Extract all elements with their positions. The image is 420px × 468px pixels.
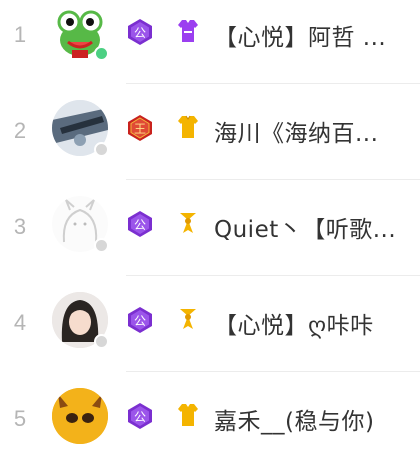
svg-text:公: 公 xyxy=(134,218,146,232)
list-item[interactable]: 4 公 【心悦】ღ咔咔 xyxy=(0,276,420,372)
public-badge-icon: 公 xyxy=(128,211,152,237)
offline-status-dot xyxy=(94,238,109,253)
list-item[interactable]: 1 公 【心悦】阿哲 ... xyxy=(0,0,420,84)
shirt-purple-icon xyxy=(178,20,198,42)
rank-number: 3 xyxy=(13,214,27,239)
shirt-gold-icon xyxy=(178,115,198,138)
shirt-gold-icon xyxy=(178,404,198,426)
list-item[interactable]: 2 王 海川《海纳百... xyxy=(0,84,420,180)
list-item[interactable]: 5 公 嘉禾__(稳与你) xyxy=(0,372,420,468)
user-name[interactable]: 【心悦】ღ咔咔 xyxy=(214,306,420,340)
user-name[interactable]: 【心悦】阿哲 ... xyxy=(214,18,420,52)
list-item[interactable]: 3 公 Quiet丶【听歌... xyxy=(0,180,420,276)
offline-status-dot xyxy=(94,142,109,157)
rank-number: 2 xyxy=(13,118,27,143)
offline-status-dot xyxy=(94,334,109,349)
public-badge-icon: 公 xyxy=(128,307,152,333)
rank-number: 1 xyxy=(13,22,27,47)
svg-text:公: 公 xyxy=(134,314,146,328)
public-badge-icon: 公 xyxy=(128,403,152,429)
rank-list: 1 公 【心悦】阿哲 ... 2 王 海川《海纳百... 3 公 Quiet丶【… xyxy=(0,0,420,444)
user-name[interactable]: Quiet丶【听歌... xyxy=(214,210,420,244)
svg-text:公: 公 xyxy=(134,410,146,424)
bowtie-gold-icon xyxy=(180,213,196,233)
user-name[interactable]: 海川《海纳百... xyxy=(214,114,420,148)
user-name[interactable]: 嘉禾__(稳与你) xyxy=(214,402,420,436)
rank-number: 5 xyxy=(13,406,27,431)
king-badge-icon: 王 xyxy=(128,115,152,141)
bowtie-gold-icon xyxy=(180,309,196,329)
public-badge-icon: 公 xyxy=(128,19,152,45)
svg-text:公: 公 xyxy=(134,26,146,40)
cartoon-avatar-icon xyxy=(52,388,108,444)
online-status-dot xyxy=(94,46,109,61)
rank-number: 4 xyxy=(13,310,27,335)
avatar[interactable] xyxy=(52,388,108,444)
svg-text:王: 王 xyxy=(134,122,146,136)
